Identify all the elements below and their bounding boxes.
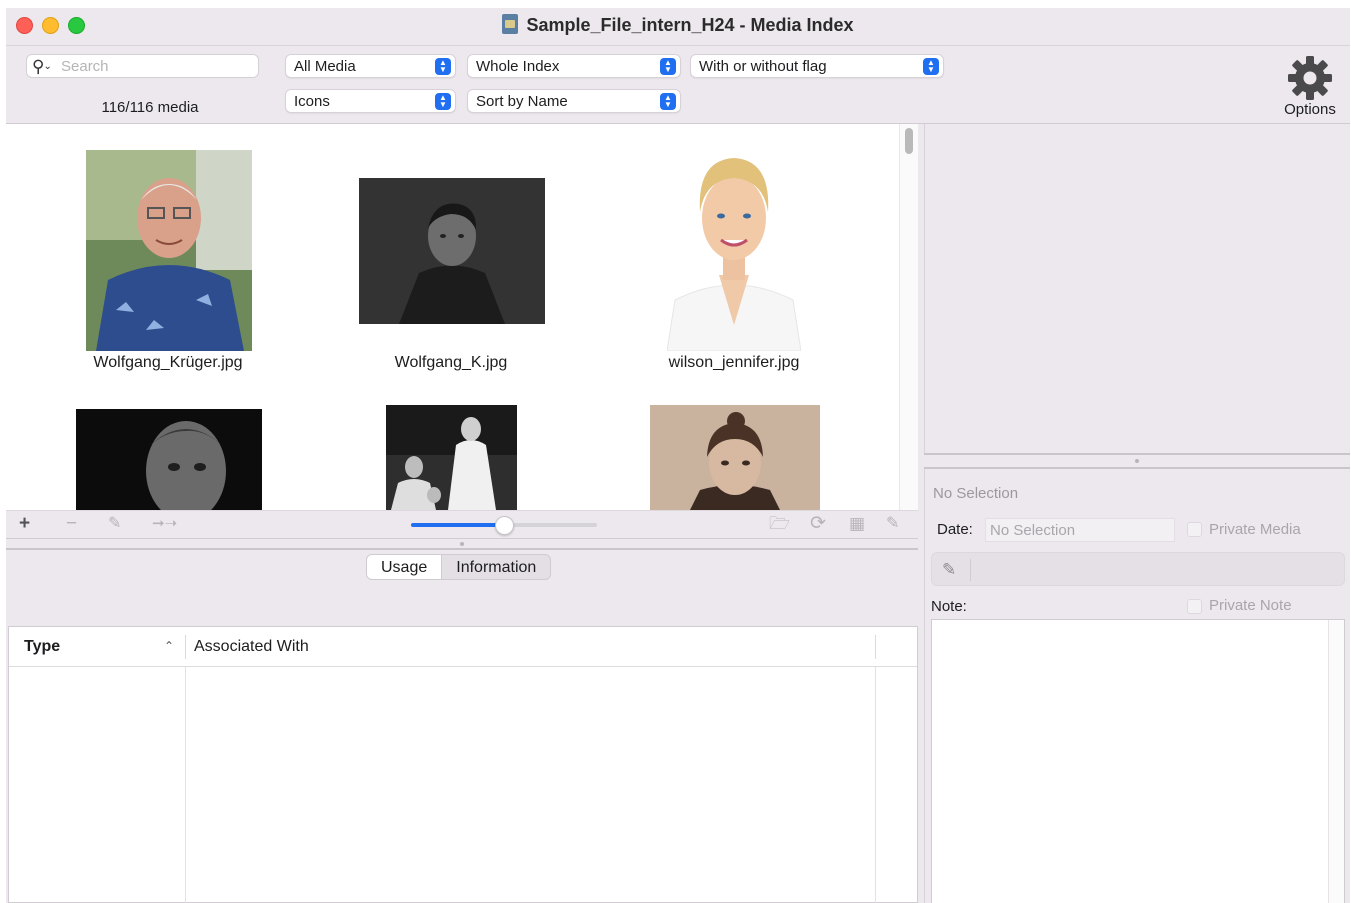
popup-arrows-icon: ▲ ▼	[435, 93, 451, 110]
private-note-label: Private Note	[1209, 597, 1292, 614]
edit-toolbar: ✎	[931, 552, 1345, 586]
group-photo-image	[386, 405, 517, 510]
sort-ascending-icon: ⌃	[164, 639, 175, 653]
view-mode-popup[interactable]: Icons ▲ ▼	[285, 89, 456, 113]
date-label: Date:	[937, 521, 973, 538]
date-input[interactable]	[986, 519, 1174, 541]
window-title: Sample_File_intern_H24 - Media Index	[526, 15, 854, 35]
column-divider	[185, 635, 186, 659]
media-thumbnail[interactable]	[386, 405, 517, 510]
pencil-icon[interactable]: ✎	[942, 560, 956, 580]
detail-tab-control: Usage Information	[366, 554, 552, 580]
column-divider	[875, 635, 876, 659]
media-item-name: wilson_jennifer.jpg	[668, 354, 800, 371]
sort-value: Sort by Name	[476, 93, 568, 110]
popup-arrows-icon: ▲ ▼	[923, 58, 939, 75]
split-grip-dot	[1135, 459, 1139, 463]
note-scrollbar[interactable]	[1328, 620, 1344, 903]
popup-arrows-icon: ▲ ▼	[660, 58, 676, 75]
merge-arrows-icon[interactable]: ➞➝	[152, 514, 177, 534]
media-type-value: All Media	[294, 58, 356, 75]
view-mode-value: Icons	[294, 93, 330, 110]
external-edit-icon[interactable]: ✎	[886, 514, 899, 534]
table-header: Type ⌃ Associated With	[9, 627, 917, 667]
horizontal-split-handle[interactable]	[6, 538, 918, 550]
portrait-photo-image	[650, 405, 820, 510]
portrait-photo-image	[86, 150, 252, 351]
private-media-checkbox[interactable]	[1187, 522, 1202, 537]
popup-arrows-icon: ▲ ▼	[435, 58, 451, 75]
edit-pencil-icon[interactable]: ✎	[108, 514, 121, 534]
tab-usage[interactable]: Usage	[367, 555, 443, 579]
flag-filter-value: With or without flag	[699, 58, 827, 75]
browser-action-bar: + − ✎ ➞➝ 🗁 ⟳ ▦ ✎	[6, 510, 918, 538]
portrait-photo-image	[76, 409, 262, 510]
title-bar: Sample_File_intern_H24 - Media Index	[6, 8, 1350, 46]
note-label: Note:	[931, 598, 967, 615]
column-header-type[interactable]: Type	[24, 638, 60, 656]
tab-information[interactable]: Information	[442, 555, 550, 579]
document-icon	[502, 14, 519, 34]
private-media-label: Private Media	[1209, 521, 1301, 538]
media-index-window: Sample_File_intern_H24 - Media Index ⚲⌄ …	[6, 8, 1350, 903]
toolbar-separator	[970, 559, 971, 581]
window-title-group: Sample_File_intern_H24 - Media Index	[6, 14, 1350, 36]
media-details-pane: No Selection Date: Private Media ✎ Note:…	[924, 469, 1350, 903]
column-divider	[185, 667, 186, 903]
column-header-associated-with[interactable]: Associated With	[194, 638, 309, 656]
slider-fill	[411, 523, 504, 527]
media-thumbnail[interactable]	[650, 405, 820, 510]
media-browser: Wolfgang_Krüger.jpg Wolfgang_K.jpg wilso…	[6, 124, 918, 510]
media-count: 116/116 media	[101, 99, 199, 116]
scope-value: Whole Index	[476, 58, 560, 75]
private-note-checkbox[interactable]	[1187, 599, 1202, 614]
column-divider	[875, 667, 876, 903]
browser-vertical-scrollbar[interactable]	[899, 124, 918, 510]
scrollbar-thumb[interactable]	[905, 128, 913, 154]
sort-popup[interactable]: Sort by Name ▲ ▼	[467, 89, 681, 113]
slider-knob[interactable]	[495, 516, 514, 535]
portrait-photo-image	[667, 150, 801, 351]
gear-icon	[1288, 56, 1332, 100]
media-type-popup[interactable]: All Media ▲ ▼	[285, 54, 456, 78]
add-media-button[interactable]: +	[19, 514, 30, 534]
search-field[interactable]: ⚲⌄	[26, 54, 259, 78]
scope-popup[interactable]: Whole Index ▲ ▼	[467, 54, 681, 78]
portrait-photo-image	[359, 178, 545, 324]
selection-header: No Selection	[933, 485, 1019, 502]
split-grip-dot	[460, 542, 464, 546]
save-icon[interactable]: ▦	[849, 514, 865, 534]
media-item-name: Wolfgang_K.jpg	[394, 354, 508, 371]
thumbnail-size-slider[interactable]	[411, 516, 597, 535]
remove-media-button[interactable]: −	[66, 514, 77, 534]
usage-table: Type ⌃ Associated With	[8, 626, 918, 903]
media-thumbnail[interactable]	[359, 178, 545, 324]
media-thumbnail[interactable]	[76, 409, 262, 510]
refresh-icon[interactable]: ⟳	[810, 514, 826, 534]
popup-arrows-icon: ▲ ▼	[660, 93, 676, 110]
note-text-area[interactable]	[931, 619, 1345, 903]
media-preview-pane	[924, 124, 1350, 453]
media-item-name: Wolfgang_Krüger.jpg	[93, 354, 243, 371]
toolbar: ⚲⌄ 116/116 media All Media ▲▼ Whole Inde…	[6, 46, 1350, 124]
media-thumbnail[interactable]	[86, 150, 252, 351]
date-field[interactable]	[985, 518, 1175, 542]
folder-icon[interactable]: 🗁	[769, 514, 790, 534]
options-label: Options	[1284, 101, 1336, 118]
media-thumbnail[interactable]	[667, 150, 801, 351]
options-button[interactable]: Options	[1274, 50, 1346, 122]
search-input[interactable]	[61, 57, 251, 75]
search-icon[interactable]: ⚲⌄	[32, 57, 52, 77]
flag-filter-popup[interactable]: With or without flag ▲ ▼	[690, 54, 944, 78]
right-split-handle[interactable]	[924, 453, 1350, 469]
